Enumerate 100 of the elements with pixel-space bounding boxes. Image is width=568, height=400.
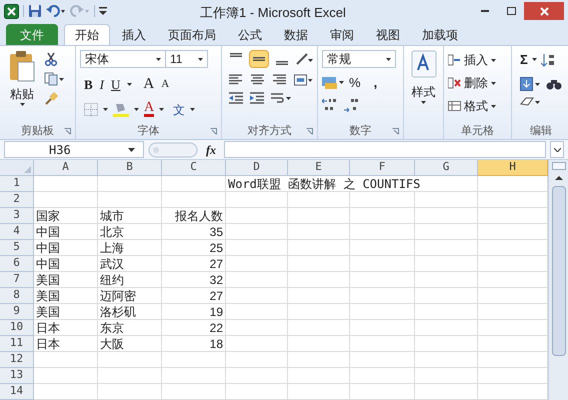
dialog-launcher-icon[interactable]: [392, 128, 399, 135]
dropdown-arrow-icon[interactable]: [532, 58, 537, 62]
ribbon-tab[interactable]: 审阅: [320, 24, 364, 45]
align-left-icon[interactable]: [229, 74, 244, 86]
delete-cells-button[interactable]: 删除: [448, 73, 507, 93]
dropdown-arrow-icon[interactable]: [156, 58, 161, 60]
number-format-field[interactable]: 常规: [322, 50, 396, 68]
row-header[interactable]: 6: [0, 256, 34, 272]
column-header[interactable]: A: [34, 160, 98, 176]
scissors-icon[interactable]: [44, 52, 58, 66]
dropdown-arrow-icon[interactable]: [386, 58, 391, 60]
align-center-icon[interactable]: [250, 74, 266, 86]
undo-icon[interactable]: [46, 4, 66, 18]
decrease-decimal-icon[interactable]: [344, 98, 360, 112]
font-color-button[interactable]: A: [144, 102, 154, 117]
dropdown-arrow-icon[interactable]: [190, 108, 196, 111]
vertical-scrollbar[interactable]: [548, 160, 568, 400]
paste-button[interactable]: 粘贴: [4, 50, 40, 123]
ribbon-tab[interactable]: 插入: [112, 24, 156, 45]
increase-indent-icon[interactable]: [250, 92, 264, 104]
sort-filter-icon[interactable]: [540, 52, 557, 67]
insert-cells-button[interactable]: 插入: [448, 50, 507, 70]
row-header[interactable]: 14: [0, 384, 34, 400]
scroll-thumb[interactable]: [552, 186, 566, 356]
row-header[interactable]: 2: [0, 192, 34, 208]
font-name-field[interactable]: 宋体: [80, 50, 166, 68]
formula-input[interactable]: [224, 141, 546, 158]
wrap-text-icon[interactable]: [271, 92, 291, 104]
column-header[interactable]: E: [288, 160, 350, 176]
percent-button[interactable]: %: [349, 73, 361, 92]
row-header[interactable]: 9: [0, 304, 34, 320]
eraser-icon[interactable]: [520, 96, 540, 108]
excel-icon[interactable]: [4, 4, 19, 18]
currency-format-icon[interactable]: [322, 76, 344, 90]
copy-icon[interactable]: [44, 72, 64, 86]
dropdown-arrow-icon[interactable]: [20, 103, 24, 106]
insert-function-button[interactable]: fx: [202, 140, 220, 158]
column-header[interactable]: G: [415, 160, 478, 176]
vertical-align-button[interactable]: [249, 50, 269, 68]
column-header[interactable]: B: [98, 160, 162, 176]
name-box[interactable]: H36: [4, 141, 144, 158]
italic-button[interactable]: I: [100, 74, 104, 94]
split-handle-icon[interactable]: [552, 162, 566, 170]
row-header[interactable]: 3: [0, 208, 34, 224]
row-header[interactable]: 10: [0, 320, 34, 336]
comma-button[interactable]: ,: [374, 73, 378, 92]
ribbon-tab[interactable]: 加载项: [412, 24, 468, 45]
align-right-icon[interactable]: [272, 74, 288, 86]
styles-button[interactable]: 样式: [408, 50, 439, 123]
ribbon-tab[interactable]: 页面布局: [158, 24, 226, 45]
dropdown-arrow-icon[interactable]: [198, 58, 203, 60]
expand-formula-button[interactable]: [550, 141, 564, 158]
fill-down-icon[interactable]: [520, 76, 540, 90]
orientation-icon[interactable]: [295, 52, 313, 66]
column-header[interactable]: C: [162, 160, 226, 176]
row-header[interactable]: 8: [0, 288, 34, 304]
font-size-field[interactable]: 11: [166, 50, 208, 68]
fill-color-icon[interactable]: [113, 102, 129, 117]
table-cell: [350, 240, 415, 256]
ribbon-tab[interactable]: 公式: [228, 24, 272, 45]
row-header[interactable]: 4: [0, 224, 34, 240]
phonetic-button[interactable]: 文: [173, 100, 186, 118]
decrease-indent-icon[interactable]: [229, 92, 243, 104]
close-button[interactable]: [524, 2, 564, 20]
file-tab[interactable]: 文件: [6, 24, 58, 45]
format-painter-icon[interactable]: [44, 92, 58, 106]
styles-icon[interactable]: [410, 50, 436, 78]
format-cells-button[interactable]: 格式: [448, 96, 507, 116]
dropdown-arrow-icon[interactable]: [421, 101, 426, 104]
column-header[interactable]: F: [350, 160, 415, 176]
customize-dropdown-icon[interactable]: [99, 6, 107, 16]
grow-font-button[interactable]: A: [143, 73, 154, 96]
formula-bar-handle-icon[interactable]: [148, 142, 198, 158]
row-header[interactable]: 11: [0, 336, 34, 352]
ribbon-tab[interactable]: 视图: [366, 24, 410, 45]
dialog-launcher-icon[interactable]: [64, 128, 71, 135]
column-header[interactable]: D: [226, 160, 288, 176]
autosum-button[interactable]: Σ: [520, 50, 528, 70]
row-header[interactable]: 12: [0, 352, 34, 368]
increase-decimal-icon[interactable]: [322, 98, 338, 112]
row-header[interactable]: 7: [0, 272, 34, 288]
dropdown-arrow-icon[interactable]: [159, 108, 164, 111]
bold-button[interactable]: B: [84, 74, 93, 94]
dialog-launcher-icon[interactable]: [306, 128, 313, 135]
ribbon-tab[interactable]: 数据: [274, 24, 318, 45]
table-cell: [350, 320, 415, 336]
ribbon-tab[interactable]: 开始: [64, 24, 110, 45]
dropdown-arrow-icon[interactable]: [134, 108, 139, 111]
dropdown-arrow-icon[interactable]: [103, 108, 108, 111]
dropdown-arrow-icon[interactable]: [127, 82, 132, 86]
underline-button[interactable]: U: [111, 74, 120, 94]
merge-cells-icon[interactable]: [294, 74, 314, 86]
column-header[interactable]: H: [478, 160, 548, 176]
row-header[interactable]: 1: [0, 176, 34, 192]
save-icon[interactable]: [28, 4, 42, 18]
row-header[interactable]: 13: [0, 368, 34, 384]
row-header[interactable]: 5: [0, 240, 34, 256]
shrink-font-button[interactable]: A: [161, 76, 170, 92]
clipboard-icon[interactable]: [8, 50, 36, 82]
dialog-launcher-icon[interactable]: [210, 128, 217, 135]
